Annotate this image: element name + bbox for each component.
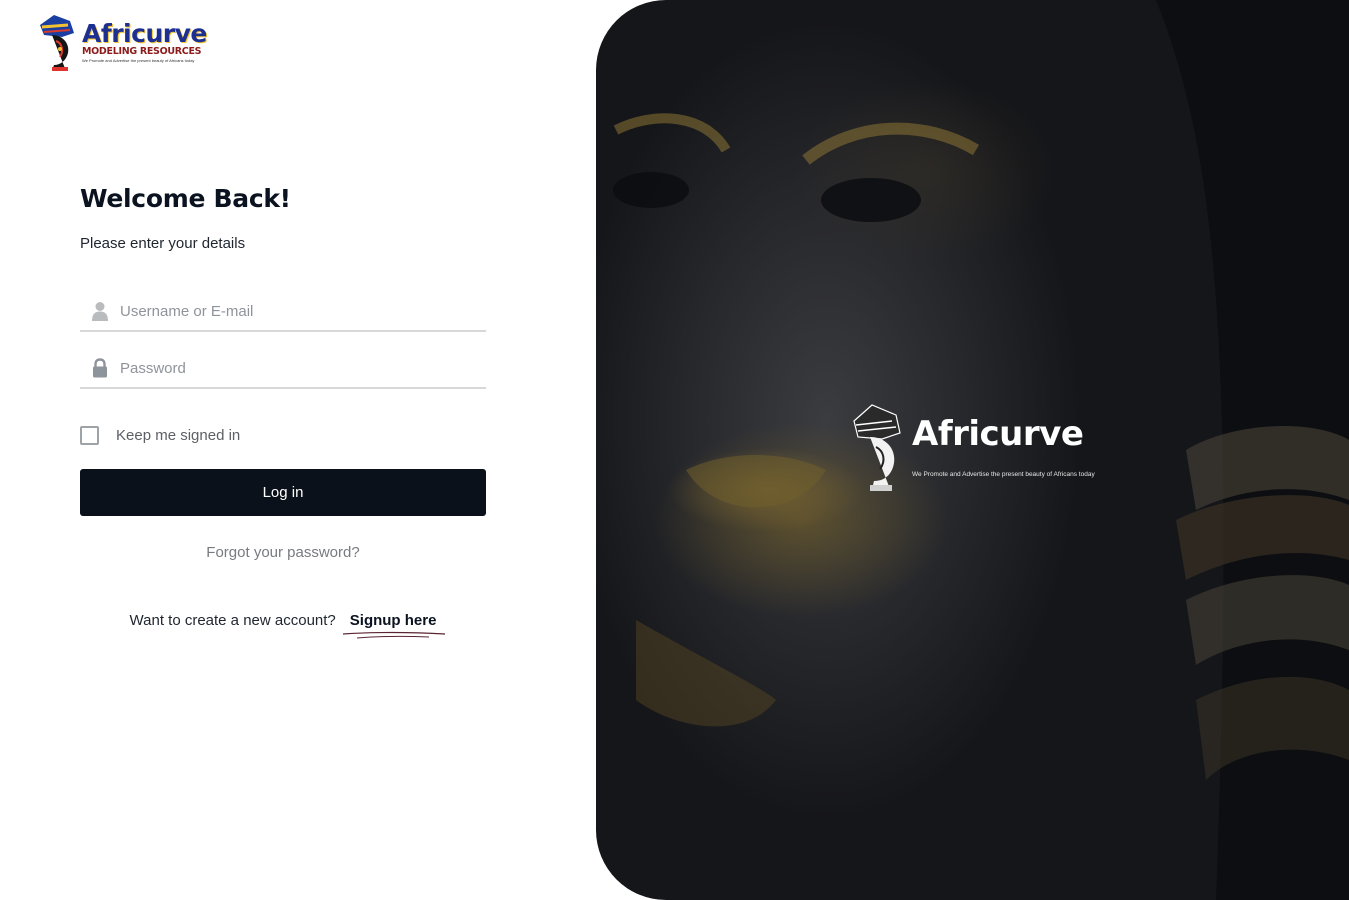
page-subtitle: Please enter your details — [80, 235, 246, 252]
password-field — [80, 348, 486, 389]
keep-signed-in-checkbox[interactable] — [80, 425, 99, 445]
lock-icon — [80, 348, 120, 388]
signup-question: Want to create a new account? — [129, 612, 336, 629]
user-icon — [80, 291, 120, 331]
forgot-password-link[interactable]: Forgot your password? — [80, 544, 486, 561]
signup-link-label: Signup here — [349, 612, 437, 629]
hero-tagline: We Promote and Advertise the present bea… — [912, 470, 1095, 478]
password-input[interactable] — [120, 348, 486, 388]
page-title: Welcome Back! — [80, 184, 291, 213]
africurve-logo-mark-icon — [40, 15, 74, 71]
login-form: Welcome Back! Please enter your details — [80, 184, 486, 639]
signup-link[interactable]: Signup here — [342, 612, 445, 639]
hero-africurve-logo: Africurve We Promote and Advertise the p… — [842, 400, 1102, 494]
login-button[interactable]: Log in — [80, 469, 486, 516]
hero-logo-wordmark: Africurve — [912, 413, 1084, 454]
africurve-logo[interactable]: Africurve MODELING RESOURCES We Promote … — [32, 10, 208, 74]
logo-subtitle: MODELING RESOURCES — [82, 46, 202, 58]
hero-image-panel: Africurve We Promote and Advertise the p… — [596, 0, 1349, 900]
signup-row: Want to create a new account? Signup her… — [80, 612, 486, 639]
username-input[interactable] — [120, 291, 486, 331]
scribble-underline-icon — [342, 631, 445, 639]
username-field — [80, 291, 486, 332]
hero-logo-mark-icon — [853, 404, 901, 491]
keep-signed-in-label: Keep me signed in — [116, 426, 241, 444]
keep-signed-in-option[interactable]: Keep me signed in — [80, 424, 240, 446]
logo-wordmark: Africurve — [82, 19, 207, 49]
logo-tagline: We Promote and Advertise the present bea… — [82, 57, 195, 63]
login-page: Africurve MODELING RESOURCES We Promote … — [0, 0, 1349, 900]
